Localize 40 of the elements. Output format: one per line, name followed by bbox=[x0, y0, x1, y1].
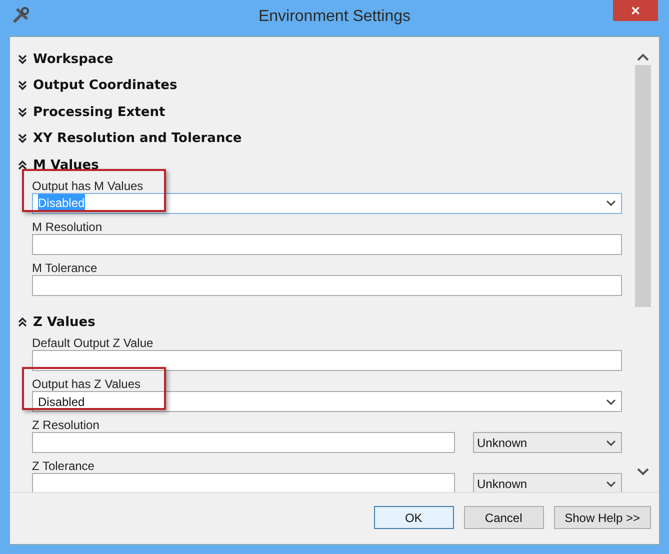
dialog-button[interactable]: OK bbox=[374, 506, 454, 529]
dropdown[interactable]: Disabled bbox=[32, 391, 622, 412]
field-label: M Resolution bbox=[32, 220, 102, 234]
field-label: Default Output Z Value bbox=[32, 336, 154, 350]
field-label: Output has M Values bbox=[32, 178, 144, 192]
collapse-icon[interactable] bbox=[18, 160, 27, 171]
caret-icon bbox=[606, 200, 616, 206]
field-label: Z Resolution bbox=[32, 418, 100, 432]
caret-icon bbox=[606, 440, 616, 446]
field-label: Output has Z Values bbox=[32, 377, 141, 391]
input-field[interactable] bbox=[32, 234, 622, 254]
caret-icon bbox=[606, 398, 616, 404]
section-header[interactable]: M Values bbox=[33, 156, 99, 175]
collapse-icon[interactable] bbox=[18, 317, 27, 328]
close-button[interactable]: ✕ bbox=[613, 0, 658, 21]
input-field[interactable] bbox=[32, 473, 455, 492]
section-header[interactable]: Workspace bbox=[33, 50, 114, 69]
input-field[interactable] bbox=[32, 274, 622, 296]
expand-icon[interactable] bbox=[18, 54, 27, 65]
section-header[interactable]: Z Values bbox=[33, 313, 96, 332]
expand-icon[interactable] bbox=[18, 80, 27, 92]
dialog-button[interactable]: Show Help >> bbox=[554, 506, 651, 529]
caret-icon bbox=[606, 480, 616, 486]
unit-dropdown[interactable]: Unknown bbox=[473, 432, 622, 453]
expand-icon[interactable] bbox=[18, 133, 27, 144]
section-header[interactable]: Processing Extent bbox=[33, 102, 166, 122]
section-header[interactable]: XY Resolution and Tolerance bbox=[33, 129, 242, 148]
field-label: Z Tolerance bbox=[32, 459, 94, 473]
unit-dropdown[interactable]: Unknown bbox=[473, 473, 622, 492]
scroll-up-icon[interactable] bbox=[637, 53, 649, 61]
window-title: Environment Settings bbox=[258, 6, 411, 26]
input-field[interactable] bbox=[32, 350, 622, 371]
scrollbar-thumb[interactable] bbox=[635, 65, 651, 307]
tools-icon bbox=[11, 6, 31, 26]
section-header[interactable]: Output Coordinates bbox=[33, 76, 178, 96]
field-label: M Tolerance bbox=[32, 260, 98, 274]
input-field[interactable] bbox=[32, 432, 455, 453]
dialog-button[interactable]: Cancel bbox=[464, 506, 544, 529]
expand-icon[interactable] bbox=[18, 106, 27, 118]
scroll-down-icon[interactable] bbox=[637, 468, 649, 476]
